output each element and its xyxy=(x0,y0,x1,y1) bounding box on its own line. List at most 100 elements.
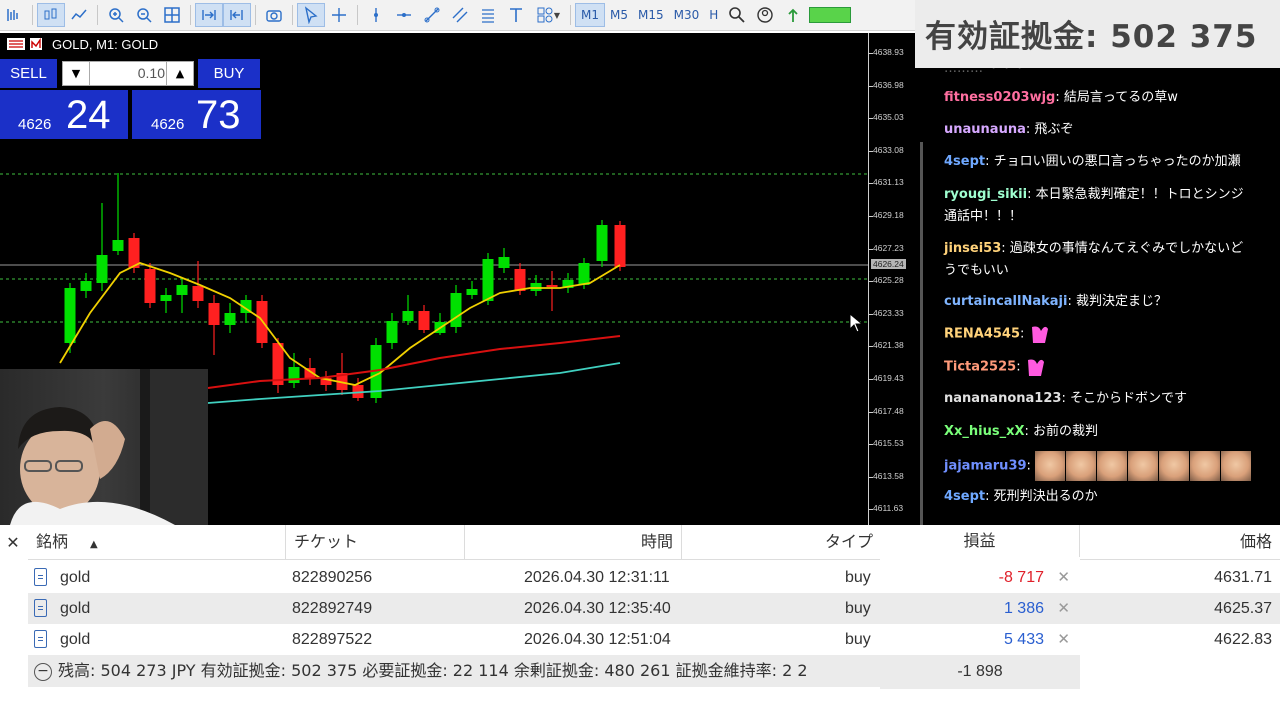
chart-menu-icon[interactable] xyxy=(2,37,46,51)
face-emote-icon xyxy=(1128,451,1159,481)
candle-body xyxy=(402,311,414,321)
heart-emote-icon xyxy=(1027,359,1044,376)
account-icon[interactable] xyxy=(751,3,779,27)
face-emote-icon xyxy=(1097,451,1128,481)
candle-body xyxy=(160,295,172,301)
sell-price-button[interactable]: 4626 24 xyxy=(0,90,128,139)
cell-ticket: 822897522 xyxy=(292,631,373,648)
chat-panel: ……… ・・・ fitness0203wjg: 結局言ってるの草w unauna… xyxy=(918,68,1280,525)
signal-icon[interactable] xyxy=(779,3,807,27)
tile-windows-icon[interactable] xyxy=(158,3,186,27)
bar-chart-icon[interactable] xyxy=(0,3,28,27)
table-row[interactable]: gold 822890256 2026.04.30 12:31:11 buy 4… xyxy=(28,562,1280,593)
current-price-tag: 4626.24 xyxy=(871,259,906,269)
screenshot-icon[interactable] xyxy=(260,3,288,27)
zoom-out-icon[interactable] xyxy=(130,3,158,27)
connection-status-bar xyxy=(809,7,852,23)
cell-type: buy xyxy=(845,631,871,648)
timeframe-m5[interactable]: M5 xyxy=(605,4,633,26)
cell-ticket: 822890256 xyxy=(292,569,373,586)
chat-username: jinsei53 xyxy=(944,241,1002,256)
table-row[interactable]: gold 822892749 2026.04.30 12:35:40 buy 4… xyxy=(28,593,1280,624)
search-icon[interactable] xyxy=(723,3,751,27)
cell-symbol: gold xyxy=(60,569,91,586)
chat-message: nanananona123: そこからドボンです xyxy=(944,391,1187,406)
chat-username: ryougi_sikii xyxy=(944,187,1028,202)
shapes-icon[interactable]: ▼ xyxy=(530,3,566,27)
candle-body xyxy=(614,225,626,267)
account-summary-text: 残高: 504 273 JPY 有効証拠金: 502 375 必要証拠金: 22… xyxy=(58,661,808,680)
chat-message: fitness0203wjg: 結局言ってるの草w xyxy=(944,90,1178,105)
cell-time: 2026.04.30 12:31:11 xyxy=(524,569,670,586)
chat-username: nanananona123 xyxy=(944,391,1062,406)
price-tick-label: 4631.13 xyxy=(873,177,904,188)
chat-message: jinsei53: 過疎女の事情なんてえぐみでしかないどうでもいい xyxy=(944,241,1244,278)
timeframe-h1[interactable]: H xyxy=(704,4,723,26)
buy-button[interactable]: BUY xyxy=(198,59,260,88)
column-header-type[interactable]: タイプ xyxy=(682,525,882,559)
candle-body xyxy=(288,367,300,383)
cell-time: 2026.04.30 12:51:04 xyxy=(524,631,671,648)
price-axis[interactable]: 4638.93 4636.98 4635.03 4633.08 4631.13 4629.… xyxy=(868,33,919,525)
auto-scroll-icon[interactable] xyxy=(195,3,223,27)
trendline-icon[interactable] xyxy=(418,3,446,27)
cell-symbol: gold xyxy=(60,631,91,648)
face-emote-icon xyxy=(1035,451,1066,481)
close-position-icon[interactable]: ✕ xyxy=(1057,624,1070,655)
price-tick-label: 4619.43 xyxy=(873,373,904,383)
candle-body xyxy=(450,293,462,327)
table-row[interactable]: gold 822897522 2026.04.30 12:51:04 buy 4… xyxy=(28,624,1280,655)
column-header-time[interactable]: 時間 xyxy=(465,525,682,559)
timeframe-m1[interactable]: M1 xyxy=(575,3,605,27)
candle-body xyxy=(144,269,156,303)
position-doc-icon xyxy=(34,568,47,586)
column-header-profit[interactable]: 損益 xyxy=(880,525,1080,557)
crosshair-icon[interactable] xyxy=(325,3,353,27)
chat-username: RENA4545 xyxy=(944,326,1021,342)
volume-stepper[interactable]: ▼ 0.10 ▲ xyxy=(62,61,194,86)
cursor-icon[interactable] xyxy=(297,3,325,27)
chat-scrollbar[interactable] xyxy=(920,142,923,525)
collapse-icon[interactable]: − xyxy=(34,662,52,681)
volume-decrease-icon[interactable]: ▼ xyxy=(63,62,90,85)
chart-shift-icon[interactable] xyxy=(223,3,251,27)
total-profit: -1 898 xyxy=(880,655,1080,689)
close-position-icon[interactable]: ✕ xyxy=(1057,562,1070,593)
chart-title-bar: GOLD, M1: GOLD xyxy=(0,33,158,55)
column-header-ticket[interactable]: チケット xyxy=(286,525,465,559)
candlestick-chart-icon[interactable] xyxy=(37,3,65,27)
column-header-price[interactable]: 価格 xyxy=(1080,525,1280,559)
timeframe-m30[interactable]: M30 xyxy=(669,4,705,26)
fibonacci-icon[interactable] xyxy=(474,3,502,27)
close-position-icon[interactable]: ✕ xyxy=(1057,593,1070,624)
chat-username: jajamaru39 xyxy=(944,458,1027,474)
candle-body xyxy=(482,259,494,301)
chat-username: Xx_hius_xX xyxy=(944,424,1025,439)
cell-price: 4622.83 xyxy=(1214,631,1272,648)
text-icon[interactable] xyxy=(502,3,530,27)
candle-body xyxy=(386,321,398,343)
zoom-in-icon[interactable] xyxy=(102,3,130,27)
table-header: 銘柄 ▲ チケット 時間 タイプ 価格 xyxy=(28,525,1280,560)
candle-body xyxy=(578,263,590,285)
horizontal-line-icon[interactable] xyxy=(390,3,418,27)
volume-increase-icon[interactable]: ▲ xyxy=(166,62,193,85)
channel-icon[interactable] xyxy=(446,3,474,27)
vertical-line-icon[interactable] xyxy=(362,3,390,27)
column-header-symbol[interactable]: 銘柄 ▲ xyxy=(28,525,286,559)
mouse-cursor-icon xyxy=(849,313,863,333)
buy-price-button[interactable]: 4626 73 xyxy=(132,90,261,139)
timeframe-m15[interactable]: M15 xyxy=(633,4,669,26)
ma-mid-line xyxy=(207,335,621,389)
line-chart-icon[interactable] xyxy=(65,3,93,27)
candle-body xyxy=(208,303,220,325)
chat-message: Xx_hius_xX: お前の裁判 xyxy=(944,424,1099,439)
cell-time: 2026.04.30 12:35:40 xyxy=(524,600,671,617)
chat-message: 4sept: チョロい囲いの悪口言っちゃったのか加瀬 xyxy=(944,154,1241,169)
chat-text: 裁判決定まじ？ xyxy=(1075,294,1167,309)
close-icon[interactable]: ✕ xyxy=(2,533,24,555)
chat-username: unaunauna xyxy=(944,122,1026,137)
chat-text: チョロい囲いの悪口言っちゃったのか加瀬 xyxy=(993,154,1241,169)
volume-input[interactable]: 0.10 xyxy=(91,62,165,85)
sell-button[interactable]: SELL xyxy=(0,59,57,88)
